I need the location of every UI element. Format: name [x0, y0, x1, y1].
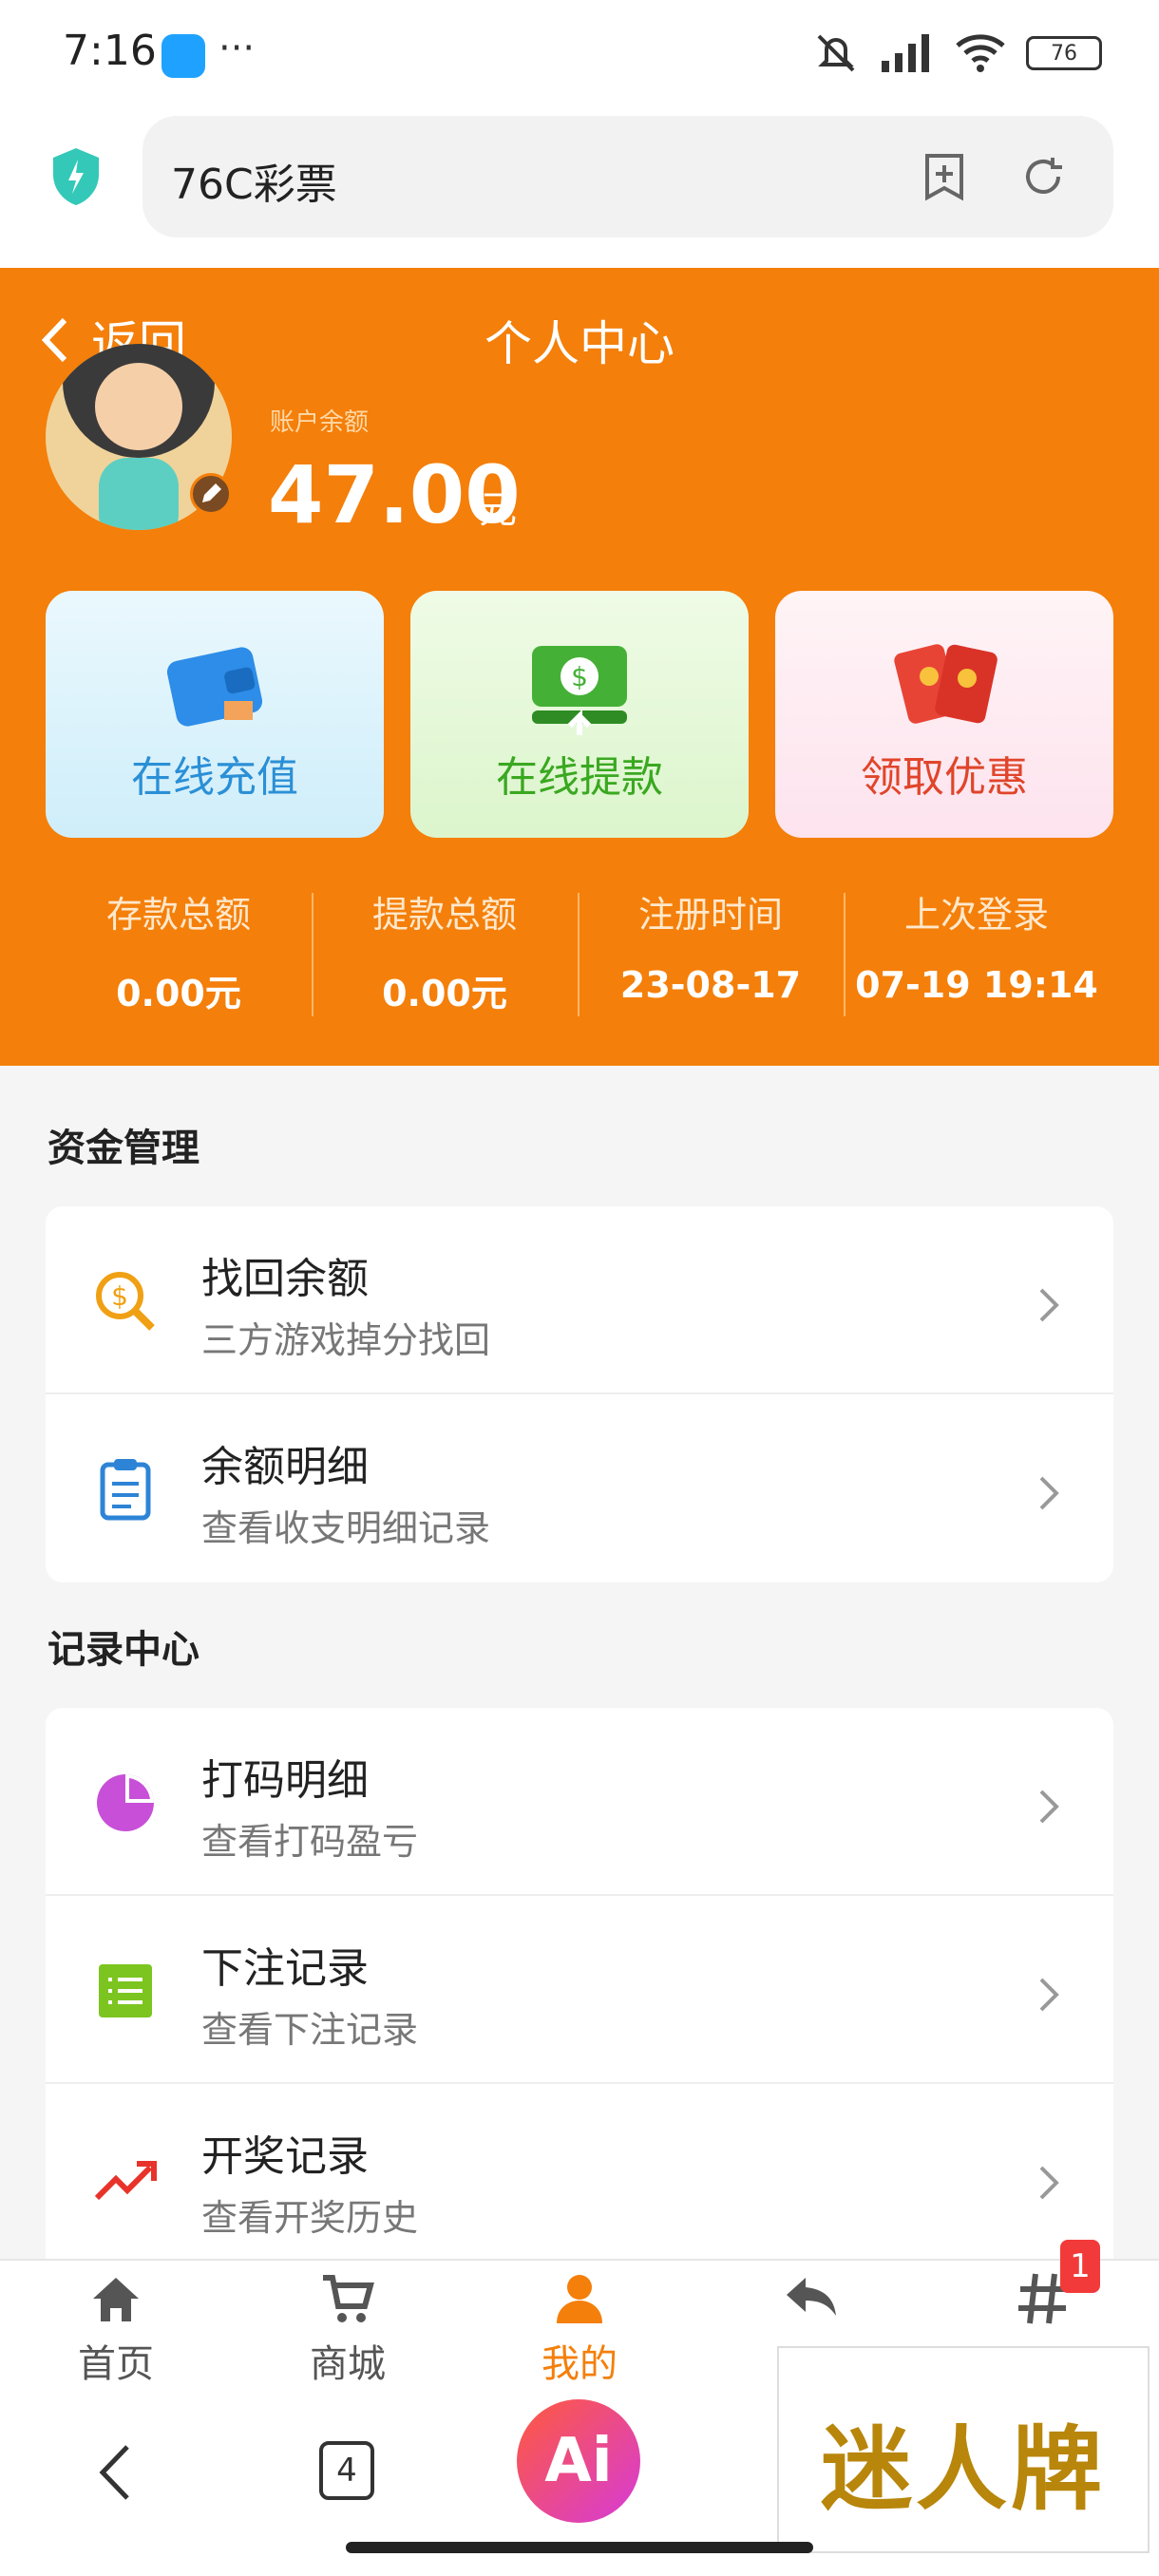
list-item-title: 找回余额 [201, 1255, 369, 1303]
tabs-count-button[interactable]: 4 [319, 2441, 374, 2500]
stat-label: 提款总额 [371, 894, 517, 936]
recharge-label: 在线充值 [131, 753, 298, 802]
tab-mine[interactable]: 我的 [464, 2261, 695, 2396]
battery-icon: 76 [1026, 36, 1102, 70]
browser-back-icon[interactable] [95, 2441, 137, 2504]
profile-header: 返回 个人中心 账户余额 47.00 元 在线充值 $ 在线提款 领取优惠 存款… [0, 268, 1159, 1066]
stat-last-login: 上次登录 07-19 19:14 [844, 885, 1110, 1006]
list-item-subtitle: 查看收支明细记录 [201, 1507, 491, 1549]
stat-withdraw-total: 提款总额 0.00元 [312, 885, 578, 1016]
list-icon [99, 1964, 152, 2017]
edit-avatar-icon[interactable] [190, 473, 232, 515]
shield-icon[interactable] [49, 146, 103, 207]
trend-icon [94, 2161, 157, 2201]
reply-icon [787, 2278, 836, 2316]
watermark-text: 迷人牌 [821, 2416, 1106, 2523]
app-notification-icon [162, 34, 205, 78]
mute-icon [817, 34, 855, 72]
chevron-right-icon [1039, 2166, 1059, 2200]
record-panel: 打码明细 查看打码盈亏 下注记录 查看下注记录 开奖记录 查看开奖历史 [46, 1708, 1113, 2259]
withdraw-label: 在线提款 [496, 753, 663, 802]
list-item-bet-detail[interactable]: 打码明细 查看打码盈亏 [46, 1708, 1113, 1896]
refresh-icon[interactable] [1018, 152, 1068, 201]
balance-label: 账户余额 [270, 408, 370, 437]
svg-text:$: $ [571, 661, 588, 692]
tab-label: 我的 [542, 2342, 618, 2386]
signal-icon [882, 34, 929, 72]
url-field[interactable]: 76C彩票 [142, 116, 1113, 237]
notification-badge: 1 [1060, 2240, 1100, 2293]
stat-value: 07-19 19:14 [855, 964, 1098, 1006]
tab-home[interactable]: 首页 [0, 2261, 232, 2396]
promotion-label: 领取优惠 [861, 753, 1028, 802]
stat-deposit-total: 存款总额 0.00元 [46, 885, 312, 1016]
clipboard-icon [100, 1459, 151, 1521]
wallet-icon [166, 647, 263, 727]
tab-label: 首页 [78, 2342, 154, 2386]
home-indicator[interactable] [346, 2542, 813, 2553]
chevron-right-icon [1039, 1476, 1059, 1510]
cash-icon: $ [532, 646, 627, 735]
pie-chart-icon [97, 1774, 154, 1831]
promotion-button[interactable]: 领取优惠 [775, 591, 1113, 838]
list-item-subtitle: 查看打码盈亏 [201, 1821, 419, 1863]
withdraw-button[interactable]: $ 在线提款 [410, 591, 749, 838]
ai-assistant-button[interactable]: Ai [517, 2399, 640, 2523]
status-time: 7:16 [63, 27, 157, 75]
stat-label: 注册时间 [637, 894, 783, 936]
site-title: 76C彩票 [171, 161, 337, 209]
svg-text:$: $ [111, 1280, 128, 1312]
chevron-right-icon [1039, 1978, 1059, 2012]
recharge-button[interactable]: 在线充值 [46, 591, 384, 838]
fund-section-title: 资金管理 [48, 1127, 200, 1170]
list-item-bet-records[interactable]: 下注记录 查看下注记录 [46, 1896, 1113, 2084]
stat-label: 存款总额 [105, 894, 251, 936]
balance-unit: 元 [479, 488, 517, 532]
list-item-subtitle: 三方游戏掉分找回 [201, 1319, 491, 1361]
tab-label: 商城 [310, 2342, 386, 2386]
fund-panel: $ 找回余额 三方游戏掉分找回 余额明细 查看收支明细记录 [46, 1206, 1113, 1582]
status-icons: 76 [813, 32, 1102, 74]
stat-register-time: 注册时间 23-08-17 [578, 885, 844, 1006]
stat-value: 23-08-17 [619, 964, 802, 1006]
status-bar: 7:16 ··· 76 [0, 0, 1159, 112]
add-bookmark-icon[interactable] [920, 152, 969, 201]
wifi-icon [956, 34, 1005, 72]
list-item-title: 下注记录 [201, 1944, 369, 1993]
list-item-subtitle: 查看下注记录 [201, 2009, 419, 2051]
browser-address-bar: 76C彩票 [0, 112, 1159, 268]
stat-label: 上次登录 [903, 894, 1049, 936]
home-icon [93, 2278, 139, 2321]
watermark-logo: 迷人牌 [777, 2346, 1150, 2553]
red-envelope-icon [894, 644, 998, 724]
chevron-right-icon [1039, 1790, 1059, 1824]
tab-mall[interactable]: 商城 [232, 2261, 464, 2396]
list-item-draw-records[interactable]: 开奖记录 查看开奖历史 [46, 2084, 1113, 2259]
stat-value: 0.00元 [116, 973, 241, 1014]
list-item-recover-balance[interactable]: $ 找回余额 三方游戏掉分找回 [46, 1206, 1113, 1394]
cart-icon [323, 2275, 374, 2322]
list-item-title: 开奖记录 [201, 2132, 369, 2181]
record-section-title: 记录中心 [48, 1628, 200, 1672]
chevron-right-icon [1039, 1288, 1059, 1322]
search-coin-icon: $ [96, 1272, 155, 1331]
list-item-title: 打码明细 [201, 1756, 369, 1805]
list-item-balance-detail[interactable]: 余额明细 查看收支明细记录 [46, 1394, 1113, 1582]
list-item-subtitle: 查看开奖历史 [201, 2197, 419, 2239]
stat-value: 0.00元 [382, 973, 507, 1014]
user-icon [557, 2275, 602, 2323]
list-item-title: 余额明细 [201, 1443, 369, 1491]
more-notifications-icon: ··· [218, 27, 256, 70]
